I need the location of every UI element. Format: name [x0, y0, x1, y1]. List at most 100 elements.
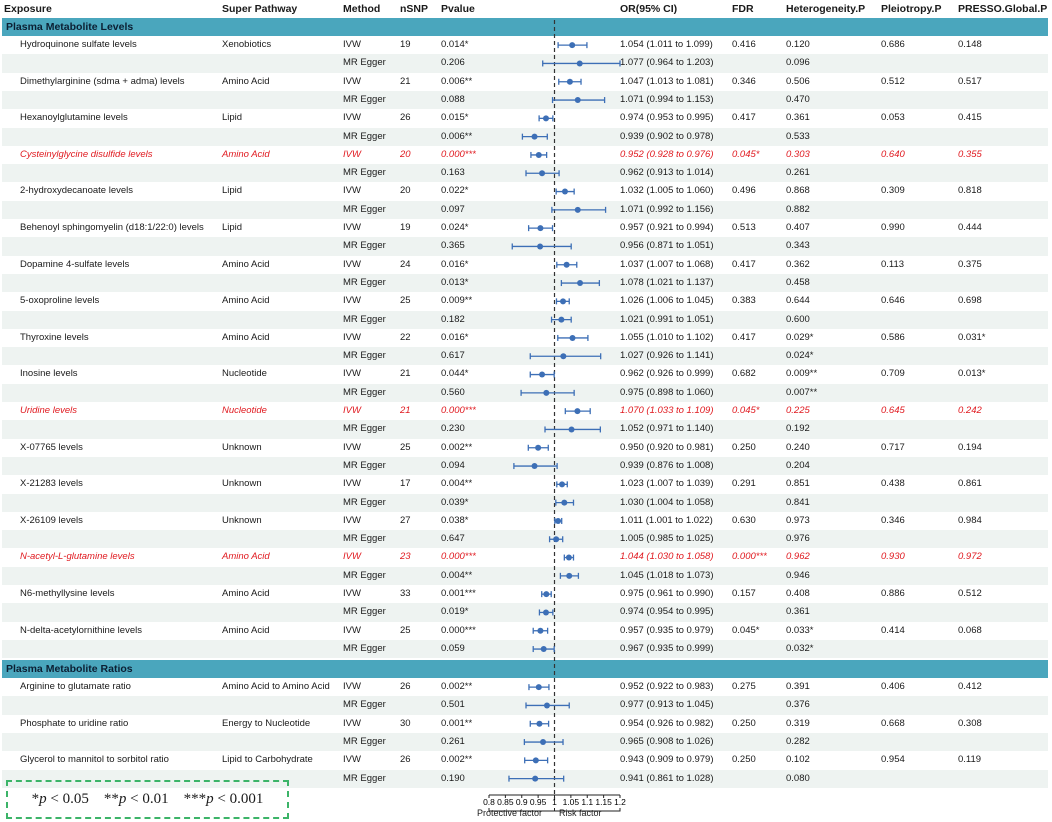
fdr-cell: 0.513 [732, 222, 756, 233]
pvalue-cell: 0.230 [441, 423, 465, 435]
or-ci-cell: 1.030 (1.004 to 1.058) [620, 496, 714, 508]
pvalue-cell: 0.013* [441, 276, 469, 288]
nsnp-cell: 24 [400, 258, 411, 270]
pathway-cell: Lipid [222, 222, 243, 233]
pvalue-cell: 0.365 [441, 240, 465, 252]
pleiotropy-cell: 0.512 [881, 75, 905, 87]
x-tick-label: 0.95 [530, 797, 547, 807]
pvalue-cell: 0.001** [441, 717, 473, 729]
heterogeneity-cell: 0.973 [786, 514, 810, 526]
or-ci-cell: 1.005 (0.985 to 1.025) [620, 533, 714, 545]
table-row: N6-methyllysine levels Amino Acid IVW 33 0.0… [2, 585, 1048, 603]
pathway-cell: Amino Acid to Amino Acid [222, 681, 330, 692]
heterogeneity-cell: 0.976 [786, 533, 810, 545]
section-plasma-metabolite-levels: Plasma Metabolite Levels [2, 18, 1048, 36]
heterogeneity-cell: 0.029* [786, 331, 814, 343]
fdr-cell: 0.250 [732, 717, 756, 729]
fdr-cell: 0.250 [732, 754, 756, 766]
or-ci-cell: 0.962 (0.913 to 1.014) [620, 167, 714, 179]
heterogeneity-cell: 0.946 [786, 569, 810, 581]
pleiotropy-cell: 0.709 [881, 368, 905, 380]
table-row: MR Egger 0.560 0.975 (0.898 to 1.060) 0.007… [2, 383, 1048, 402]
pvalue-cell: 0.044* [441, 368, 469, 380]
pvalue-cell: 0.000*** [441, 624, 476, 636]
or-ci-cell: 0.954 (0.926 to 0.982) [620, 717, 714, 729]
method-cell: MR Egger [343, 167, 386, 179]
or-ci-cell: 0.939 (0.876 to 1.008) [620, 459, 714, 471]
pleiotropy-cell: 0.990 [881, 222, 905, 233]
presso-cell: 0.517 [958, 75, 982, 87]
fdr-cell: 0.417 [732, 331, 756, 343]
table-row: MR Egger 0.097 1.071 (0.992 to 1.156) 0.882 [2, 200, 1048, 219]
heterogeneity-cell: 0.533 [786, 130, 810, 142]
pvalue-cell: 0.024* [441, 222, 469, 233]
pathway-cell: Amino Acid [222, 258, 270, 270]
table-row: Arginine to glutamate ratio Amino Acid to… [2, 678, 1048, 696]
method-cell: IVW [343, 148, 361, 160]
or-ci-cell: 1.021 (0.991 to 1.051) [620, 313, 714, 325]
nsnp-cell: 26 [400, 754, 411, 766]
table-row: X-07765 levels Unknown IVW 25 0.002** 0.950 (… [2, 439, 1048, 457]
or-ci-cell: 0.956 (0.871 to 1.051) [620, 240, 714, 252]
or-ci-cell: 1.045 (1.018 to 1.073) [620, 569, 714, 581]
x-tick-label: 1.15 [595, 797, 612, 807]
method-cell: IVW [343, 368, 361, 380]
or-ci-cell: 0.962 (0.926 to 0.999) [620, 368, 714, 380]
or-ci-cell: 0.975 (0.898 to 1.060) [620, 386, 714, 398]
pleiotropy-cell: 0.668 [881, 717, 905, 729]
table-row: Cysteinylglycine disulfide levels Amino A… [2, 146, 1048, 164]
or-ci-cell: 1.026 (1.006 to 1.045) [620, 295, 714, 307]
heterogeneity-cell: 0.102 [786, 754, 810, 766]
pleiotropy-cell: 0.414 [881, 624, 905, 636]
pathway-cell: Amino Acid [222, 551, 270, 563]
pvalue-cell: 0.038* [441, 514, 469, 526]
or-ci-cell: 0.952 (0.922 to 0.983) [620, 681, 714, 692]
or-ci-cell: 0.974 (0.953 to 0.995) [620, 112, 714, 124]
pvalue-cell: 0.261 [441, 735, 465, 747]
pathway-cell: Amino Acid [222, 148, 270, 160]
fdr-cell: 0.682 [732, 368, 756, 380]
pleiotropy-cell: 0.954 [881, 754, 905, 766]
table-row: MR Egger 0.163 0.962 (0.913 to 1.014) 0.261 [2, 164, 1048, 183]
heterogeneity-cell: 0.007** [786, 386, 818, 398]
heterogeneity-cell: 0.319 [786, 717, 810, 729]
heterogeneity-cell: 0.407 [786, 222, 810, 233]
method-cell: MR Egger [343, 772, 386, 784]
heterogeneity-cell: 0.376 [786, 699, 810, 711]
pathway-cell: Lipid [222, 185, 243, 197]
or-ci-cell: 0.967 (0.935 to 0.999) [620, 642, 714, 654]
pathway-cell: Amino Acid [222, 75, 270, 87]
presso-cell: 0.415 [958, 112, 982, 124]
exposure-cell: Phosphate to uridine ratio [20, 717, 129, 729]
presso-cell: 0.512 [958, 588, 982, 599]
table-row: MR Egger 0.230 1.052 (0.971 to 1.140) 0.192 [2, 420, 1048, 439]
pvalue-cell: 0.004** [441, 569, 473, 581]
pvalue-cell: 0.022* [441, 185, 469, 197]
table-row: Dimethylarginine (sdma + adma) levels Ami… [2, 73, 1048, 91]
heterogeneity-cell: 0.032* [786, 642, 814, 654]
presso-cell: 0.444 [958, 222, 982, 233]
fdr-cell: 0.045* [732, 624, 760, 636]
heterogeneity-cell: 0.600 [786, 313, 810, 325]
heterogeneity-cell: 0.009** [786, 368, 818, 380]
section-plasma-metabolite-ratios: Plasma Metabolite Ratios [2, 660, 1048, 678]
pvalue-cell: 0.501 [441, 699, 465, 711]
pleiotropy-cell: 0.113 [881, 258, 905, 270]
pathway-cell: Unknown [222, 441, 262, 453]
header-nsnp: nSNP [400, 3, 429, 15]
presso-cell: 0.972 [958, 551, 982, 563]
legend-item-p05: *p < 0.05 [31, 791, 89, 807]
heterogeneity-cell: 0.192 [786, 423, 810, 435]
nsnp-cell: 21 [400, 405, 411, 416]
table-row: MR Egger 0.617 1.027 (0.926 to 1.141) 0.024… [2, 347, 1048, 366]
exposure-cell: 5-oxoproline levels [20, 295, 100, 307]
or-ci-cell: 0.957 (0.921 to 0.994) [620, 222, 714, 233]
table-row: N-delta-acetylornithine levels Amino Acid… [2, 622, 1048, 640]
exposure-cell: X-21283 levels [20, 478, 83, 490]
presso-cell: 0.355 [958, 148, 982, 160]
pleiotropy-cell: 0.053 [881, 112, 905, 124]
method-cell: IVW [343, 478, 361, 490]
header-presso: PRESSO.Global.P [958, 3, 1048, 15]
exposure-cell: Hexanoylglutamine levels [20, 112, 128, 124]
fdr-cell: 0.045* [732, 405, 760, 416]
